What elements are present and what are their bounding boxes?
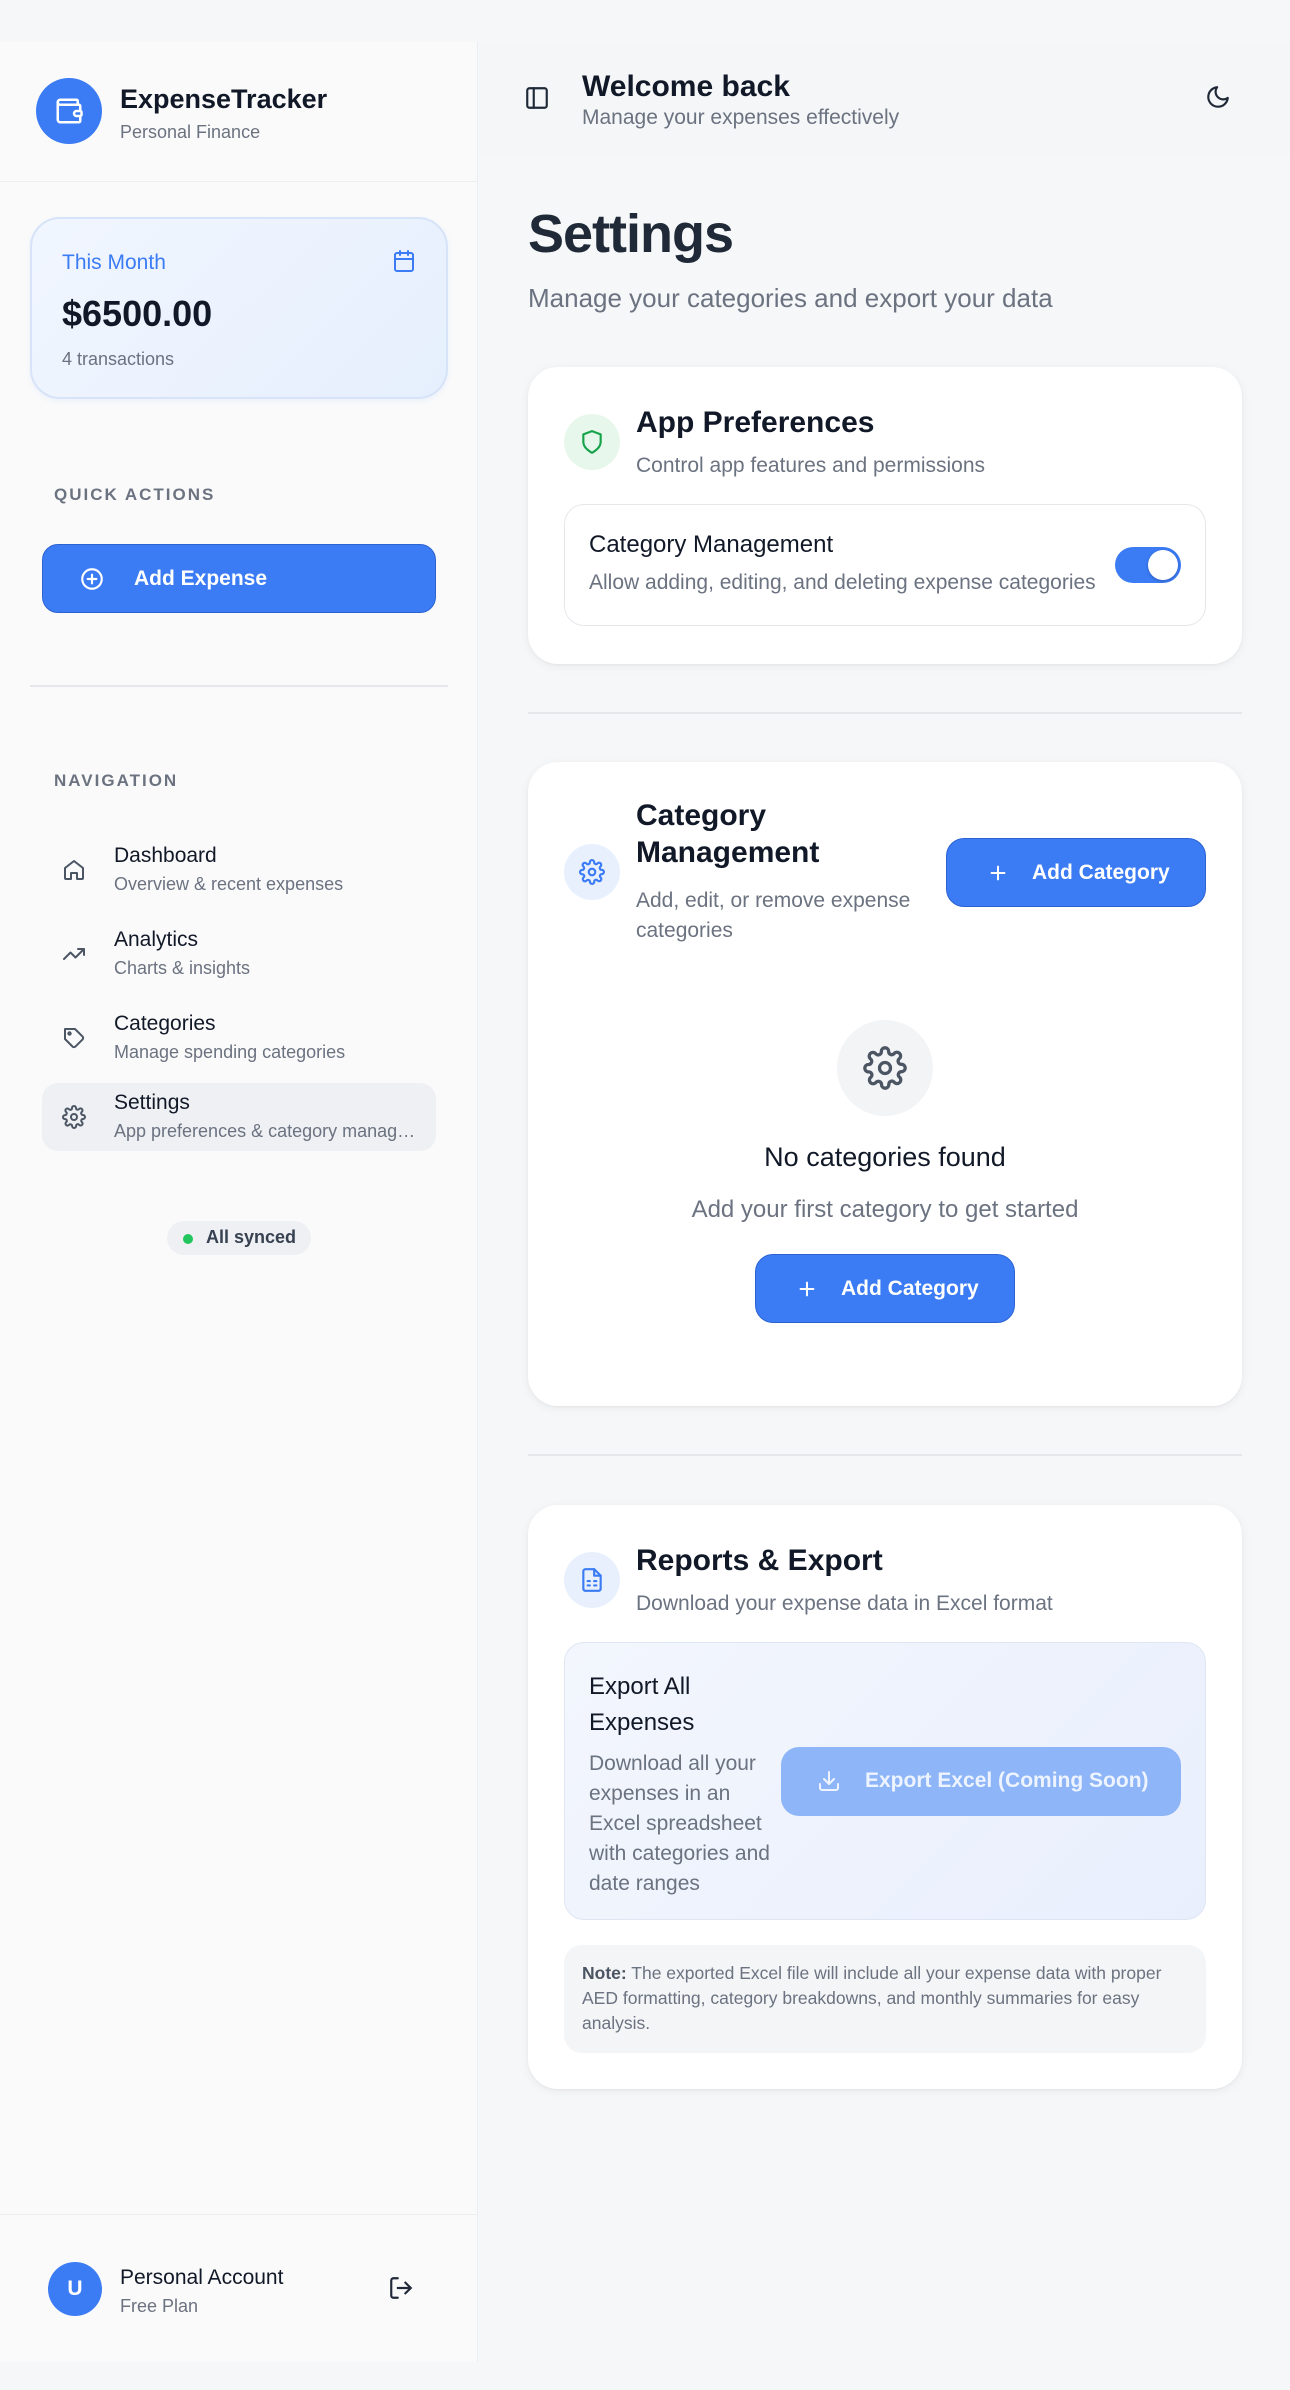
export-desc-line: date ranges <box>589 1872 700 1895</box>
gear-icon <box>564 844 620 900</box>
card-title: Reports & Export <box>636 1544 883 1577</box>
empty-state-title: No categories found <box>764 1142 1006 1172</box>
sidebar: ExpenseTracker Personal Finance This Mon… <box>0 42 478 2362</box>
wallet-icon <box>36 78 102 144</box>
export-excel-label: Export Excel (Coming Soon) <box>865 1769 1149 1792</box>
nav-title: Analytics <box>114 928 199 951</box>
setting-description: Allow adding, editing, and deleting expe… <box>589 571 1096 594</box>
this-month-card: This Month $6500.00 4 transactions <box>30 217 448 399</box>
plus-icon <box>796 1278 818 1306</box>
add-expense-button[interactable]: Add Expense <box>42 544 436 613</box>
card-subtitle: Control app features and permissions <box>636 454 986 477</box>
calendar-icon <box>392 249 416 278</box>
navigation-heading: NAVIGATION <box>54 771 179 790</box>
brand-name: ExpenseTracker <box>120 84 328 114</box>
card-title: App Preferences <box>636 406 875 439</box>
export-description: Download all your expenses in an Excel s… <box>589 1749 770 1899</box>
spreadsheet-icon <box>564 1552 620 1608</box>
empty-state-subtitle: Add your first category to get started <box>691 1196 1079 1223</box>
sidebar-item-settings[interactable]: Settings App preferences & category mana… <box>42 1083 436 1151</box>
card-title-line1: Category <box>636 799 767 832</box>
sidebar-divider <box>30 685 448 687</box>
account-panel: U Personal Account Free Plan <box>0 2214 478 2362</box>
add-category-label: Add Category <box>841 1277 979 1300</box>
add-category-label: Add Category <box>1032 861 1170 884</box>
sync-status-label: All synced <box>206 1227 297 1247</box>
setting-title: Category Management <box>589 531 834 558</box>
toggle-knob <box>1148 550 1178 580</box>
add-category-button[interactable]: Add Category <box>946 838 1206 907</box>
sync-status-badge: All synced <box>167 1221 311 1255</box>
page-title: Settings <box>528 204 734 264</box>
sidebar-toggle-icon[interactable] <box>524 85 550 116</box>
note-text: The exported Excel file will include all… <box>582 1963 1162 2033</box>
trending-up-icon <box>62 942 86 971</box>
export-title-line2: Expenses <box>589 1709 695 1736</box>
export-desc-line: Download all your <box>589 1752 756 1775</box>
export-desc-line: expenses in an <box>589 1782 731 1805</box>
nav-subtitle: App preferences & category management <box>114 1121 424 1141</box>
plus-icon <box>987 862 1009 890</box>
month-amount: $6500.00 <box>62 293 213 334</box>
nav-subtitle: Manage spending categories <box>114 1042 346 1062</box>
nav-subtitle: Overview & recent expenses <box>114 874 344 894</box>
download-icon <box>817 1769 841 1799</box>
gear-icon <box>837 1020 933 1116</box>
logout-icon[interactable] <box>388 2275 414 2306</box>
export-excel-button[interactable]: Export Excel (Coming Soon) <box>781 1747 1181 1816</box>
section-divider <box>528 1454 1242 1456</box>
category-management-card: Category Management Add, edit, or remove… <box>528 762 1242 1406</box>
note-label: Note: <box>582 1963 627 1983</box>
header-title: Welcome back <box>582 70 790 103</box>
tag-icon <box>62 1026 86 1055</box>
add-expense-label: Add Expense <box>134 567 268 590</box>
sync-dot <box>183 1234 193 1244</box>
reports-export-card: Reports & Export Download your expense d… <box>528 1505 1242 2089</box>
month-label: This Month <box>62 251 166 274</box>
category-management-setting: Category Management Allow adding, editin… <box>564 504 1206 626</box>
export-desc-line: Excel spreadsheet <box>589 1812 762 1835</box>
card-subtitle: Download your expense data in Excel form… <box>636 1592 1053 1615</box>
account-plan: Free Plan <box>120 2296 199 2316</box>
export-all-expenses-box: Export All Expenses Download all your ex… <box>564 1642 1206 1920</box>
nav-title: Settings <box>114 1091 190 1114</box>
export-title-line1: Export All <box>589 1673 691 1700</box>
top-strip <box>0 0 1290 42</box>
card-subtitle-line1: Add, edit, or remove expense <box>636 889 911 912</box>
avatar[interactable]: U <box>48 2262 102 2316</box>
quick-actions-heading: QUICK ACTIONS <box>54 485 216 504</box>
page-subtitle: Manage your categories and export your d… <box>528 283 1053 313</box>
card-title-line2: Management <box>636 836 820 869</box>
header-subtitle: Manage your expenses effectively <box>582 106 900 129</box>
app-preferences-card: App Preferences Control app features and… <box>528 367 1242 664</box>
card-subtitle-line2: categories <box>636 919 733 942</box>
export-note: Note: The exported Excel file will inclu… <box>564 1945 1206 2053</box>
export-desc-line: with categories and <box>589 1842 770 1865</box>
home-icon <box>62 858 86 887</box>
plus-circle-icon <box>79 566 105 598</box>
moon-icon[interactable] <box>1205 84 1231 115</box>
add-first-category-button[interactable]: Add Category <box>755 1254 1015 1323</box>
brand: ExpenseTracker Personal Finance <box>0 42 478 182</box>
shield-icon <box>564 414 620 470</box>
top-header: Welcome back Manage your expenses effect… <box>479 42 1290 156</box>
nav-title: Categories <box>114 1012 216 1035</box>
section-divider <box>528 712 1242 714</box>
category-management-toggle[interactable] <box>1115 547 1181 583</box>
brand-subtitle: Personal Finance <box>120 122 261 142</box>
sidebar-item-categories[interactable]: Categories Manage spending categories <box>42 1004 436 1072</box>
sidebar-item-dashboard[interactable]: Dashboard Overview & recent expenses <box>42 836 436 904</box>
nav-title: Dashboard <box>114 844 217 867</box>
account-name: Personal Account <box>120 2266 284 2289</box>
nav-subtitle: Charts & insights <box>114 958 251 978</box>
gear-icon <box>62 1105 86 1134</box>
transaction-count: 4 transactions <box>62 349 175 369</box>
sidebar-item-analytics[interactable]: Analytics Charts & insights <box>42 920 436 988</box>
